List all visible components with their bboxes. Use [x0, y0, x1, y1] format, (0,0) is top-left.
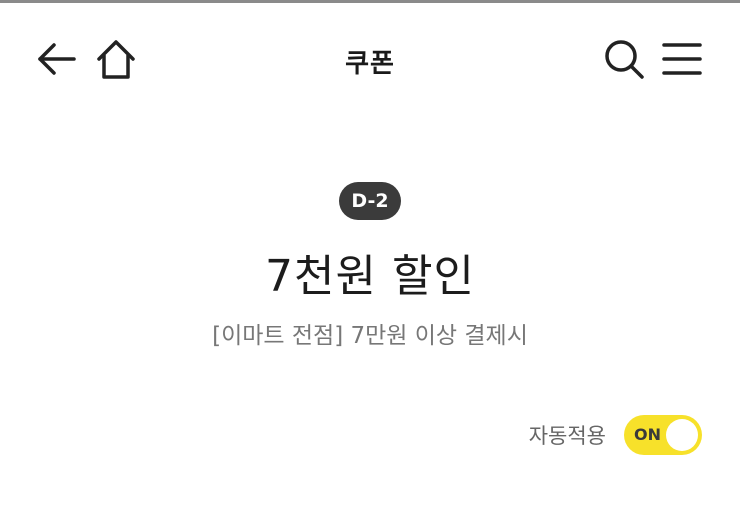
menu-button[interactable]	[658, 35, 706, 83]
auto-apply-label: 자동적용	[528, 424, 606, 448]
auto-apply-toggle[interactable]: ON	[624, 415, 702, 455]
page-title: 쿠폰	[345, 49, 395, 79]
search-button[interactable]	[600, 35, 648, 83]
hamburger-menu-icon	[662, 43, 702, 75]
arrow-left-icon	[38, 43, 76, 75]
coupon-description: [이마트 전점] 7만원 이상 결제시	[212, 323, 528, 349]
coupon-title: 7천원 할인	[265, 251, 475, 302]
back-button[interactable]	[32, 35, 80, 83]
dday-badge: D-2	[339, 182, 401, 220]
toggle-state-text: ON	[634, 425, 661, 444]
app-header: 쿠폰	[0, 3, 740, 115]
search-icon	[605, 40, 644, 79]
home-icon	[97, 40, 135, 79]
toggle-knob	[666, 419, 698, 451]
home-button[interactable]	[92, 35, 140, 83]
